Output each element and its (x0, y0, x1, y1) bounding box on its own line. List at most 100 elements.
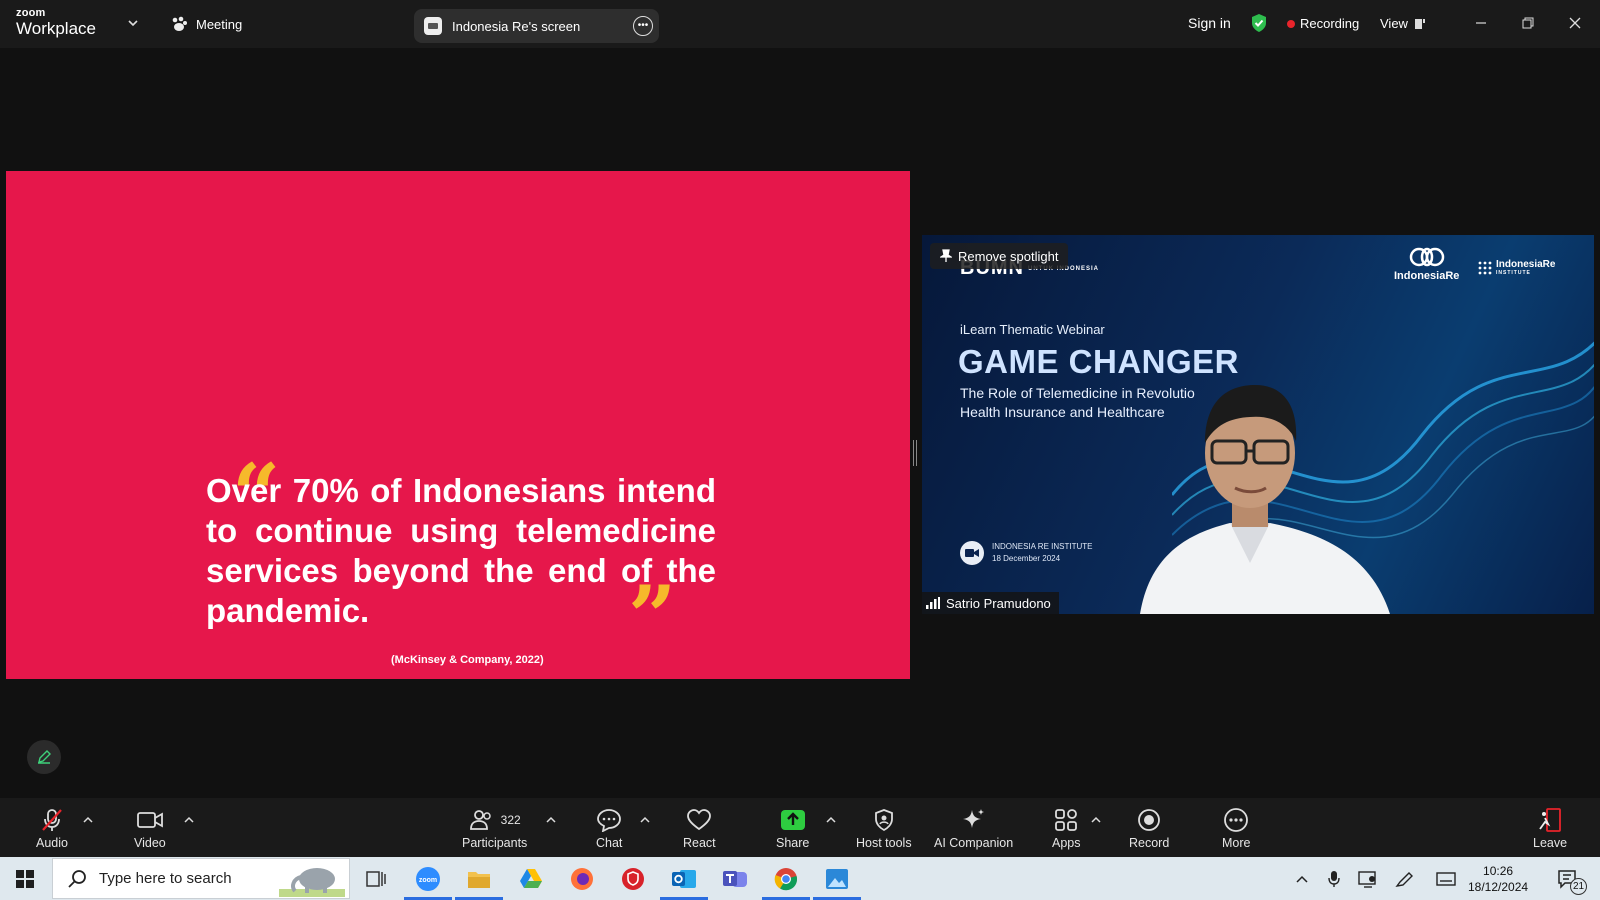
zoom-workplace-logo[interactable]: zoom Workplace (16, 7, 96, 38)
host-tools-button[interactable]: Host tools (856, 806, 912, 850)
screen-share-indicator[interactable]: Indonesia Re's screen ••• (414, 9, 659, 43)
share-options-chevron-icon[interactable] (825, 814, 837, 826)
share-label: Indonesia Re's screen (452, 18, 581, 34)
share-options-icon[interactable]: ••• (633, 16, 653, 36)
leave-button[interactable]: Leave (1533, 806, 1567, 850)
institute-info: INDONESIA RE INSTITUTE 18 December 2024 (960, 541, 1092, 565)
participants-count: 322 (500, 813, 521, 827)
brand-small: zoom (16, 7, 46, 19)
remove-spotlight-button[interactable]: Remove spotlight (930, 243, 1069, 269)
taskbar-clock[interactable]: 10:26 18/12/2024 (1468, 863, 1528, 895)
clock-date: 18/12/2024 (1468, 880, 1529, 894)
video-camera-icon (960, 541, 984, 565)
recording-indicator[interactable]: Recording (1287, 16, 1359, 31)
chat-label: Chat (596, 836, 623, 850)
view-label: View (1380, 16, 1408, 31)
annotate-pen-button[interactable] (27, 740, 61, 774)
share-label: Share (776, 836, 810, 850)
search-placeholder: Type here to search (99, 870, 232, 887)
audio-button[interactable]: Audio (36, 806, 68, 850)
recording-dot-icon (1287, 19, 1295, 28)
search-icon (68, 869, 86, 888)
audio-options-chevron-icon[interactable] (82, 814, 94, 826)
microphone-tray-icon[interactable] (1318, 863, 1350, 895)
notifications-count: 21 (1570, 878, 1587, 895)
participants-button[interactable]: 322 Participants (462, 806, 527, 850)
sparkle-icon (961, 806, 987, 834)
react-button[interactable]: React (683, 806, 716, 850)
elephant-illustration-icon (279, 868, 345, 897)
firefox-icon[interactable] (566, 863, 598, 895)
speaker-video-tile[interactable]: BUMNUNTUK INDONESIA IndonesiaRe Indonesi… (922, 235, 1594, 614)
title-bar: zoom Workplace Meeting Indonesia Re's sc… (0, 0, 1600, 48)
google-drive-icon[interactable] (515, 863, 547, 895)
split-resize-handle[interactable] (913, 440, 917, 466)
brand-large: Workplace (16, 19, 96, 38)
task-view-icon[interactable] (360, 863, 392, 895)
pencil-icon (38, 750, 51, 764)
participants-paw-icon (172, 16, 187, 31)
more-button[interactable]: More (1222, 806, 1250, 850)
meeting-toolbar: Audio Video 322 Participants Chat React … (0, 798, 1600, 857)
speaker-person-image (1140, 385, 1390, 614)
chat-bubble-icon (596, 806, 622, 834)
touch-keyboard-tray-icon[interactable] (1430, 863, 1462, 895)
spotlight-label: Remove spotlight (958, 248, 1059, 264)
ai-companion-button[interactable]: AI Companion (934, 806, 1013, 850)
pin-icon (940, 249, 952, 262)
sign-in-link[interactable]: Sign in (1188, 15, 1231, 31)
svg-text:zoom: zoom (419, 877, 437, 884)
slide-source: (McKinsey & Company, 2022) (391, 654, 544, 666)
close-icon[interactable] (1564, 12, 1586, 34)
video-camera-icon (136, 806, 164, 834)
participants-icon: 322 (469, 806, 521, 834)
view-menu-button[interactable]: View (1380, 16, 1426, 31)
file-explorer-icon[interactable] (463, 863, 495, 895)
zoom-meeting-window: zoom Workplace Meeting Indonesia Re's sc… (0, 0, 1600, 900)
indonesia-re-mark-icon (1409, 247, 1444, 267)
close-quote-icon: ” (628, 567, 677, 666)
participants-options-chevron-icon[interactable] (545, 814, 557, 826)
show-hidden-icons-chevron-icon[interactable] (1286, 863, 1318, 895)
more-dots-icon (1223, 806, 1249, 834)
chevron-down-icon[interactable] (126, 16, 140, 30)
outlook-icon[interactable] (668, 863, 700, 895)
chat-button[interactable]: Chat (596, 806, 622, 850)
taskbar-search-box[interactable]: Type here to search (52, 858, 350, 899)
apps-options-chevron-icon[interactable] (1090, 814, 1102, 826)
zoom-app-icon[interactable]: zoom (412, 863, 444, 895)
share-button[interactable]: Share (776, 806, 809, 850)
screen-share-icon (424, 17, 442, 35)
record-label: Record (1129, 836, 1170, 850)
apps-button[interactable]: Apps (1052, 806, 1081, 850)
chat-options-chevron-icon[interactable] (639, 814, 651, 826)
windows-taskbar: Type here to search zoom 10:26 18/12/202… (0, 857, 1600, 900)
video-button[interactable]: Video (134, 806, 166, 850)
dots-grid-icon (1478, 261, 1492, 274)
participant-name: Satrio Pramudono (946, 595, 1051, 611)
leave-door-icon (1537, 806, 1563, 834)
clock-time: 10:26 (1483, 864, 1514, 878)
photos-app-icon[interactable] (821, 863, 853, 895)
minimize-icon[interactable] (1470, 12, 1492, 34)
screen-capture-tray-icon[interactable] (1352, 863, 1384, 895)
windows-start-icon[interactable] (9, 863, 41, 895)
teams-icon[interactable] (719, 863, 751, 895)
indonesia-re-logo: IndonesiaRe (1394, 247, 1459, 282)
video-options-chevron-icon[interactable] (183, 814, 195, 826)
encryption-shield-icon[interactable] (1250, 13, 1268, 33)
restore-icon[interactable] (1517, 12, 1539, 34)
meeting-label: Meeting (196, 16, 243, 32)
record-icon (1136, 806, 1162, 834)
record-button[interactable]: Record (1129, 806, 1169, 850)
security-app-icon[interactable] (617, 863, 649, 895)
indonesia-re-institute-logo: IndonesiaRe INSTITUTE (1478, 259, 1555, 276)
apps-label: Apps (1052, 836, 1081, 850)
chrome-icon[interactable] (770, 863, 802, 895)
meeting-info-button[interactable]: Meeting (170, 15, 242, 33)
muted-mic-icon (39, 806, 65, 834)
pen-workspace-tray-icon[interactable] (1389, 863, 1421, 895)
share-screen-icon (779, 806, 807, 834)
layout-icon (1414, 18, 1425, 29)
notifications-icon[interactable]: 21 (1553, 863, 1587, 895)
